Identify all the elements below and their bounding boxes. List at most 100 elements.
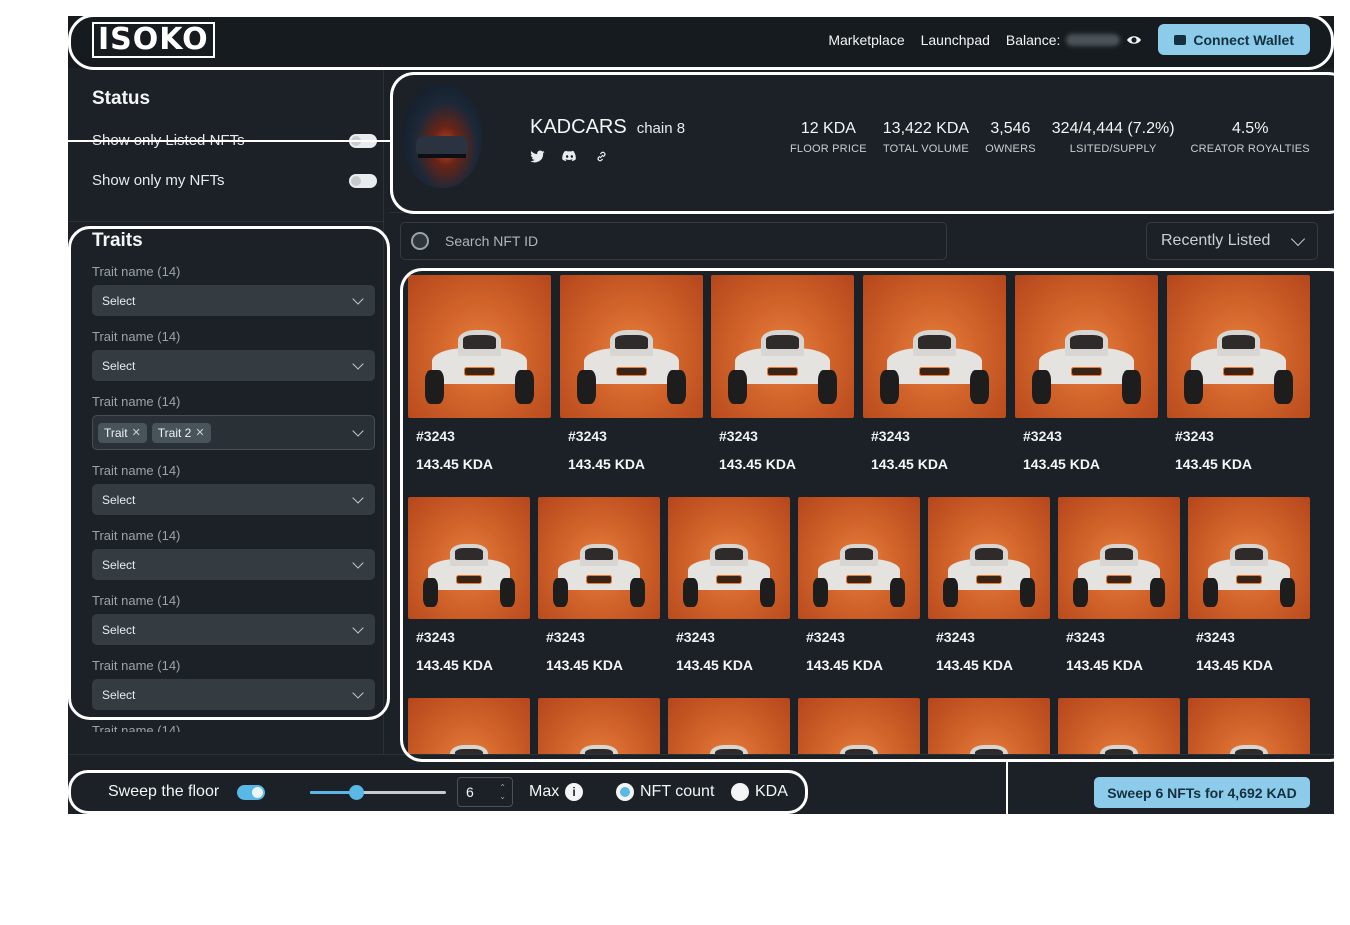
isoko-logo[interactable]: ISOKO xyxy=(92,22,215,58)
nft-card[interactable]: #3243 143.45 KDA xyxy=(1015,275,1158,472)
nft-image[interactable] xyxy=(560,275,703,418)
nft-image[interactable] xyxy=(798,698,920,756)
trait-tag[interactable]: Trait ✕ xyxy=(98,422,147,443)
nft-card[interactable]: #3243 143.45 KDA xyxy=(863,275,1006,472)
nft-image[interactable] xyxy=(1188,497,1310,619)
nft-card[interactable]: #3243 143.45 KDA xyxy=(408,497,530,673)
trait-tag[interactable]: Trait 2 ✕ xyxy=(151,422,211,443)
nft-card[interactable]: #3243 143.45 KDA xyxy=(928,497,1050,673)
link-icon[interactable] xyxy=(594,150,609,163)
nft-image[interactable] xyxy=(408,698,530,756)
toggle-mine-label: Show only my NFTs xyxy=(92,172,225,189)
nft-card[interactable] xyxy=(798,698,920,756)
trait-filter-label: Trait name (14) xyxy=(92,658,181,673)
trait-select[interactable]: Select xyxy=(92,679,375,710)
connect-wallet-button[interactable]: Connect Wallet xyxy=(1158,24,1310,55)
twitter-icon[interactable] xyxy=(530,150,545,163)
nft-image[interactable] xyxy=(668,698,790,756)
sweep-label: Sweep the floor xyxy=(108,783,220,800)
chevron-down-icon xyxy=(352,292,364,305)
nav-marketplace[interactable]: Marketplace xyxy=(828,32,904,48)
sweep-button[interactable]: Sweep 6 NFTs for 4,692 KAD xyxy=(1094,777,1310,808)
nft-image[interactable] xyxy=(1058,497,1180,619)
stat-floor-price: 12 KDA FLOOR PRICE xyxy=(790,120,867,155)
trait-select[interactable]: Trait ✕ Trait 2 ✕ xyxy=(92,415,375,450)
radio-kda[interactable]: KDA xyxy=(731,783,788,801)
remove-tag-icon[interactable]: ✕ xyxy=(132,426,141,439)
nft-card[interactable] xyxy=(1058,698,1180,756)
nft-image[interactable] xyxy=(408,497,530,619)
radio-selected-icon[interactable] xyxy=(616,783,634,801)
nft-card[interactable] xyxy=(668,698,790,756)
nft-card[interactable]: #3243 143.45 KDA xyxy=(560,275,703,472)
sweep-slider[interactable] xyxy=(310,785,446,800)
nft-image[interactable] xyxy=(538,698,660,756)
trait-select[interactable]: Select xyxy=(92,484,375,515)
chevron-down-icon xyxy=(1290,231,1306,247)
nft-card[interactable]: #3243 143.45 KDA xyxy=(668,497,790,673)
toggle-listed-row[interactable]: Show only Listed NFTs xyxy=(92,132,377,149)
nft-image[interactable] xyxy=(863,275,1006,418)
nft-card[interactable] xyxy=(928,698,1050,756)
info-icon[interactable]: i xyxy=(565,783,583,801)
search-bar[interactable] xyxy=(400,222,947,260)
chevron-up-icon[interactable]: ⌃ xyxy=(499,783,506,792)
nft-card[interactable]: #3243 143.45 KDA xyxy=(408,275,551,472)
car-illustration xyxy=(1184,324,1293,404)
stepper-arrows[interactable]: ⌃ ⌄ xyxy=(499,783,506,801)
wallet-icon xyxy=(1174,34,1187,45)
nft-card[interactable] xyxy=(1188,698,1310,756)
nav-launchpad[interactable]: Launchpad xyxy=(921,32,990,48)
nft-card[interactable]: #3243 143.45 KDA xyxy=(798,497,920,673)
nft-card[interactable]: #3243 143.45 KDA xyxy=(711,275,854,472)
nft-id: #3243 xyxy=(416,428,455,444)
nft-price: 143.45 KDA xyxy=(1196,657,1274,673)
eye-icon[interactable] xyxy=(1126,32,1142,48)
nft-image[interactable] xyxy=(798,497,920,619)
nft-price: 143.45 KDA xyxy=(416,657,494,673)
nft-image[interactable] xyxy=(668,497,790,619)
toggle-mine-row[interactable]: Show only my NFTs xyxy=(92,172,377,189)
sidebar-divider xyxy=(68,221,384,222)
trait-select-value: Select xyxy=(102,293,136,308)
sort-dropdown[interactable]: Recently Listed xyxy=(1146,222,1318,260)
toggle-listed-switch[interactable] xyxy=(349,133,377,148)
discord-icon[interactable] xyxy=(562,150,577,163)
status-heading: Status xyxy=(92,88,151,109)
nft-image[interactable] xyxy=(408,275,551,418)
nft-card[interactable]: #3243 143.45 KDA xyxy=(1058,497,1180,673)
stat-label: TOTAL VOLUME xyxy=(882,143,969,155)
radio-nft-count[interactable]: NFT count xyxy=(616,783,714,801)
trait-select[interactable]: Select xyxy=(92,549,375,580)
chevron-down-icon xyxy=(352,686,364,699)
collection-name-row: KADCARS chain 8 xyxy=(530,116,685,139)
nft-id: #3243 xyxy=(1066,629,1105,645)
trait-select[interactable]: Select xyxy=(92,350,375,381)
nft-card[interactable]: #3243 143.45 KDA xyxy=(1167,275,1310,472)
nft-image[interactable] xyxy=(928,497,1050,619)
nft-card[interactable] xyxy=(408,698,530,756)
trait-select[interactable]: Select xyxy=(92,614,375,645)
filter-sidebar: Status Show only Listed NFTs Show only m… xyxy=(68,68,384,754)
toggle-mine-switch[interactable] xyxy=(349,173,377,188)
slider-handle[interactable] xyxy=(349,785,365,800)
trait-select[interactable]: Select xyxy=(92,285,375,316)
radio-unselected-icon[interactable] xyxy=(731,783,749,801)
trait-tag-label: Trait 2 xyxy=(157,425,192,440)
stat-value: 3,546 xyxy=(990,120,1031,137)
nft-image[interactable] xyxy=(711,275,854,418)
nft-card[interactable]: #3243 143.45 KDA xyxy=(538,497,660,673)
sweep-count-stepper[interactable]: 6 ⌃ ⌄ xyxy=(457,777,513,807)
sweep-toggle[interactable] xyxy=(237,785,265,800)
search-input[interactable] xyxy=(445,233,845,249)
remove-tag-icon[interactable]: ✕ xyxy=(195,426,204,439)
nft-image[interactable] xyxy=(538,497,660,619)
nft-image[interactable] xyxy=(1015,275,1158,418)
nft-card[interactable]: #3243 143.45 KDA xyxy=(1188,497,1310,673)
chevron-down-icon[interactable]: ⌄ xyxy=(499,792,506,801)
nft-image[interactable] xyxy=(928,698,1050,756)
nft-card[interactable] xyxy=(538,698,660,756)
nft-image[interactable] xyxy=(1058,698,1180,756)
nft-image[interactable] xyxy=(1167,275,1310,418)
nft-image[interactable] xyxy=(1188,698,1310,756)
